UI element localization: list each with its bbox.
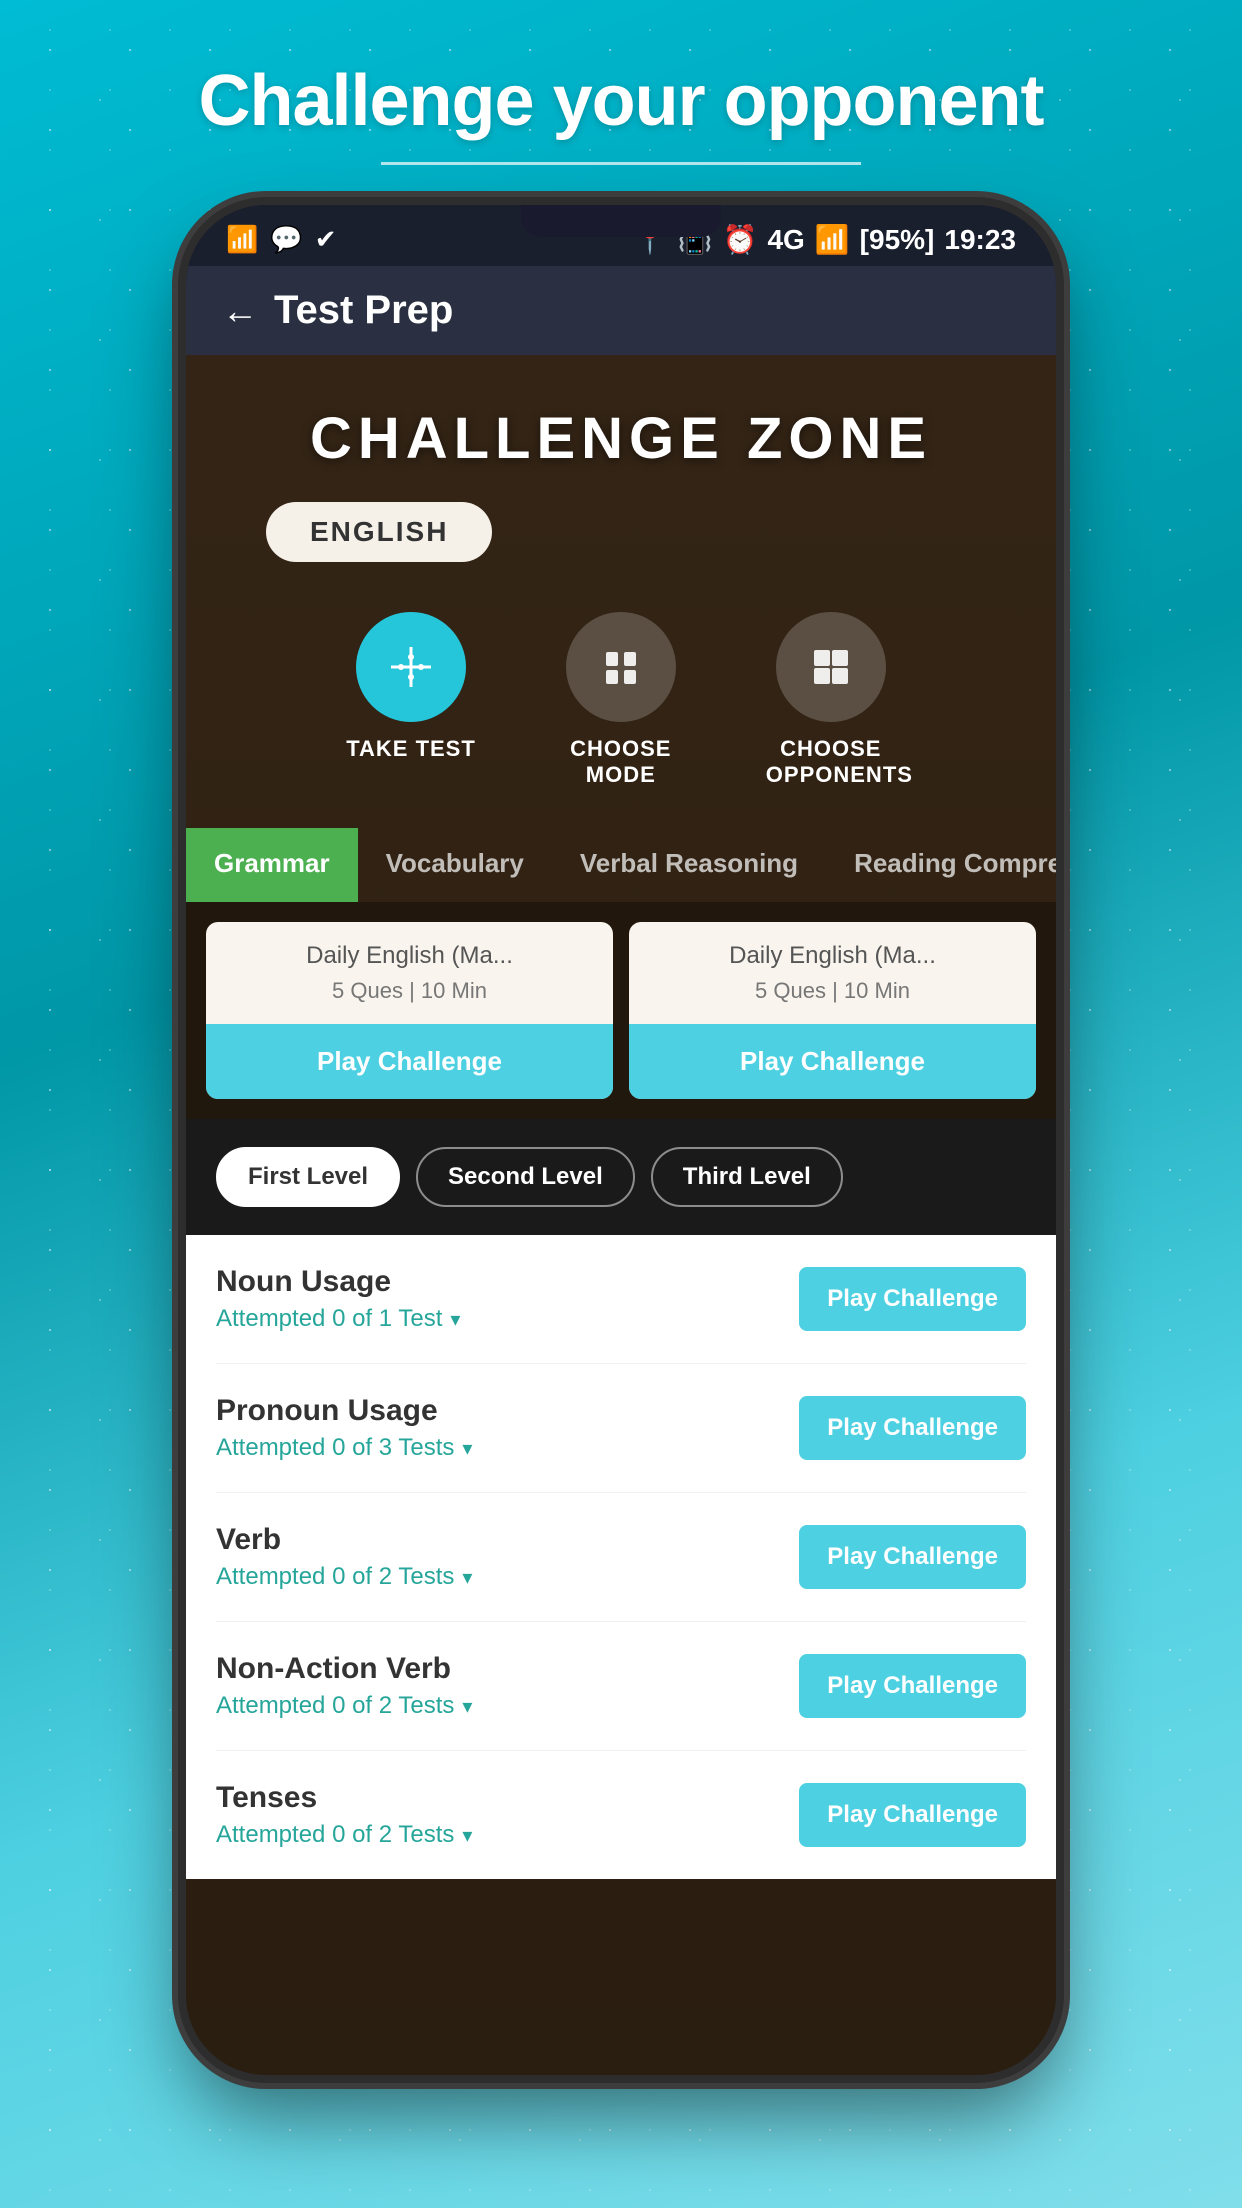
list-item-non-action-verb: Non-Action Verb Attempted 0 of 2 Tests ▾… <box>216 1622 1026 1751</box>
list-item-nav-left: Non-Action Verb Attempted 0 of 2 Tests ▾ <box>216 1652 472 1720</box>
noun-chevron: ▾ <box>450 1307 460 1332</box>
phone-frame: 📶 💬 ✔ 📍 📳 ⏰ 4G 📶 [95%] 19:23 ← Test Prep… <box>186 205 1056 2075</box>
tab-verbal-reasoning[interactable]: Verbal Reasoning <box>552 828 826 902</box>
choose-mode-label: CHOOSE MODE <box>556 736 686 788</box>
choose-mode-icon-circle <box>566 612 676 722</box>
page-header: Challenge your opponent <box>118 0 1123 195</box>
header-title: Test Prep <box>274 288 453 333</box>
pronoun-play-button[interactable]: Play Challenge <box>799 1396 1026 1460</box>
tenses-play-button[interactable]: Play Challenge <box>799 1783 1026 1847</box>
challenge-card-1: Daily English (Ma... 5 Ques | 10 Min Pla… <box>206 922 613 1099</box>
list-section: Noun Usage Attempted 0 of 1 Test ▾ Play … <box>186 1235 1056 1879</box>
card-2-button[interactable]: Play Challenge <box>629 1024 1036 1099</box>
card-2-title: Daily English (Ma... <box>649 942 1016 970</box>
challenge-card-2: Daily English (Ma... 5 Ques | 10 Min Pla… <box>629 922 1036 1099</box>
check-icon: ✔ <box>315 224 337 255</box>
app-header: ← Test Prep <box>186 266 1056 355</box>
mode-choose-mode[interactable]: CHOOSE MODE <box>556 612 686 788</box>
page-title: Challenge your opponent <box>198 60 1043 142</box>
list-item-verb-left: Verb Attempted 0 of 2 Tests ▾ <box>216 1523 472 1591</box>
challenge-zone-title: CHALLENGE ZONE <box>186 355 1056 502</box>
tenses-name: Tenses <box>216 1781 472 1815</box>
page-divider <box>381 162 861 165</box>
tab-bar: Grammar Vocabulary Verbal Reasoning Read… <box>186 828 1056 902</box>
verb-attempted: Attempted 0 of 2 Tests ▾ <box>216 1563 472 1591</box>
status-left: 📶 💬 ✔ <box>226 224 337 255</box>
mode-icons-row: TAKE TEST CHOOSE MODE <box>186 592 1056 828</box>
non-action-verb-play-button[interactable]: Play Challenge <box>799 1654 1026 1718</box>
content-scroll: CHALLENGE ZONE ENGLISH <box>186 355 1056 1879</box>
tenses-chevron: ▾ <box>462 1823 472 1848</box>
list-item-pronoun: Pronoun Usage Attempted 0 of 3 Tests ▾ P… <box>216 1364 1026 1493</box>
notch <box>521 205 721 237</box>
notification-icon: 💬 <box>270 224 302 255</box>
third-level-button[interactable]: Third Level <box>651 1147 843 1207</box>
mode-choose-opponents[interactable]: CHOOSE OPPONENTS <box>766 612 896 788</box>
noun-attempted: Attempted 0 of 1 Test ▾ <box>216 1305 460 1333</box>
first-level-button[interactable]: First Level <box>216 1147 400 1207</box>
pronoun-attempted: Attempted 0 of 3 Tests ▾ <box>216 1434 472 1462</box>
verb-chevron: ▾ <box>462 1565 472 1590</box>
list-item-tenses-left: Tenses Attempted 0 of 2 Tests ▾ <box>216 1781 472 1849</box>
card-1-body: Daily English (Ma... 5 Ques | 10 Min <box>206 922 613 1024</box>
tab-grammar[interactable]: Grammar <box>186 828 358 902</box>
battery-label: [95%] <box>860 224 935 256</box>
non-action-verb-attempted: Attempted 0 of 2 Tests ▾ <box>216 1692 472 1720</box>
network-label: 4G <box>767 224 804 256</box>
card-1-title: Daily English (Ma... <box>226 942 593 970</box>
wifi-icon: 📶 <box>226 224 258 255</box>
choose-opponents-icon-circle <box>776 612 886 722</box>
tab-vocabulary[interactable]: Vocabulary <box>358 828 552 902</box>
pronoun-name: Pronoun Usage <box>216 1394 472 1428</box>
english-pill-container: ENGLISH <box>226 502 492 562</box>
list-item-pronoun-left: Pronoun Usage Attempted 0 of 3 Tests ▾ <box>216 1394 472 1462</box>
non-action-verb-name: Non-Action Verb <box>216 1652 472 1686</box>
choose-opponents-label: CHOOSE OPPONENTS <box>766 736 896 788</box>
verb-play-button[interactable]: Play Challenge <box>799 1525 1026 1589</box>
alarm-icon: ⏰ <box>723 223 758 256</box>
verb-name: Verb <box>216 1523 472 1557</box>
mode-take-test[interactable]: TAKE TEST <box>346 612 476 788</box>
noun-play-button[interactable]: Play Challenge <box>799 1267 1026 1331</box>
noun-name: Noun Usage <box>216 1265 460 1299</box>
list-item-verb: Verb Attempted 0 of 2 Tests ▾ Play Chall… <box>216 1493 1026 1622</box>
take-test-label: TAKE TEST <box>346 736 476 762</box>
pronoun-chevron: ▾ <box>462 1436 472 1461</box>
card-1-meta: 5 Ques | 10 Min <box>226 978 593 1004</box>
phone-content: CHALLENGE ZONE ENGLISH <box>186 355 1056 2075</box>
level-buttons-row: First Level Second Level Third Level <box>186 1119 1056 1235</box>
list-item-noun: Noun Usage Attempted 0 of 1 Test ▾ Play … <box>216 1235 1026 1364</box>
second-level-button[interactable]: Second Level <box>416 1147 635 1207</box>
back-icon[interactable]: ← <box>222 290 258 332</box>
challenge-cards-row: Daily English (Ma... 5 Ques | 10 Min Pla… <box>186 902 1056 1119</box>
take-test-icon-circle <box>356 612 466 722</box>
english-pill-button[interactable]: ENGLISH <box>266 502 492 562</box>
tab-reading-comp[interactable]: Reading Compreh... <box>826 828 1056 902</box>
tenses-attempted: Attempted 0 of 2 Tests ▾ <box>216 1821 472 1849</box>
time-label: 19:23 <box>944 224 1016 256</box>
card-2-meta: 5 Ques | 10 Min <box>649 978 1016 1004</box>
signal-icon: 📶 <box>815 223 850 256</box>
card-2-body: Daily English (Ma... 5 Ques | 10 Min <box>629 922 1036 1024</box>
nav-chevron: ▾ <box>462 1694 472 1719</box>
list-item-noun-left: Noun Usage Attempted 0 of 1 Test ▾ <box>216 1265 460 1333</box>
list-item-tenses: Tenses Attempted 0 of 2 Tests ▾ Play Cha… <box>216 1751 1026 1879</box>
card-1-button[interactable]: Play Challenge <box>206 1024 613 1099</box>
